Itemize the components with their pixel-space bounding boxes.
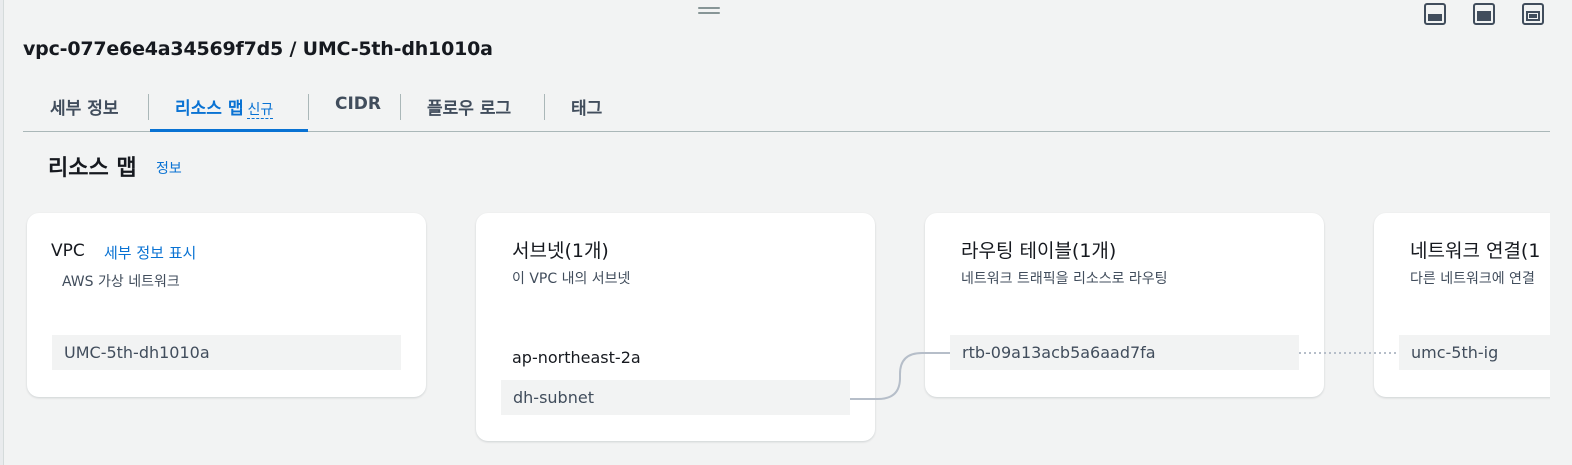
- connector-lines: [850, 352, 1399, 400]
- resource-map: VPC 세부 정보 표시 AWS 가상 네트워크 UMC-5th-dh1010a…: [0, 0, 1550, 465]
- subnet-route-connector: [850, 352, 950, 400]
